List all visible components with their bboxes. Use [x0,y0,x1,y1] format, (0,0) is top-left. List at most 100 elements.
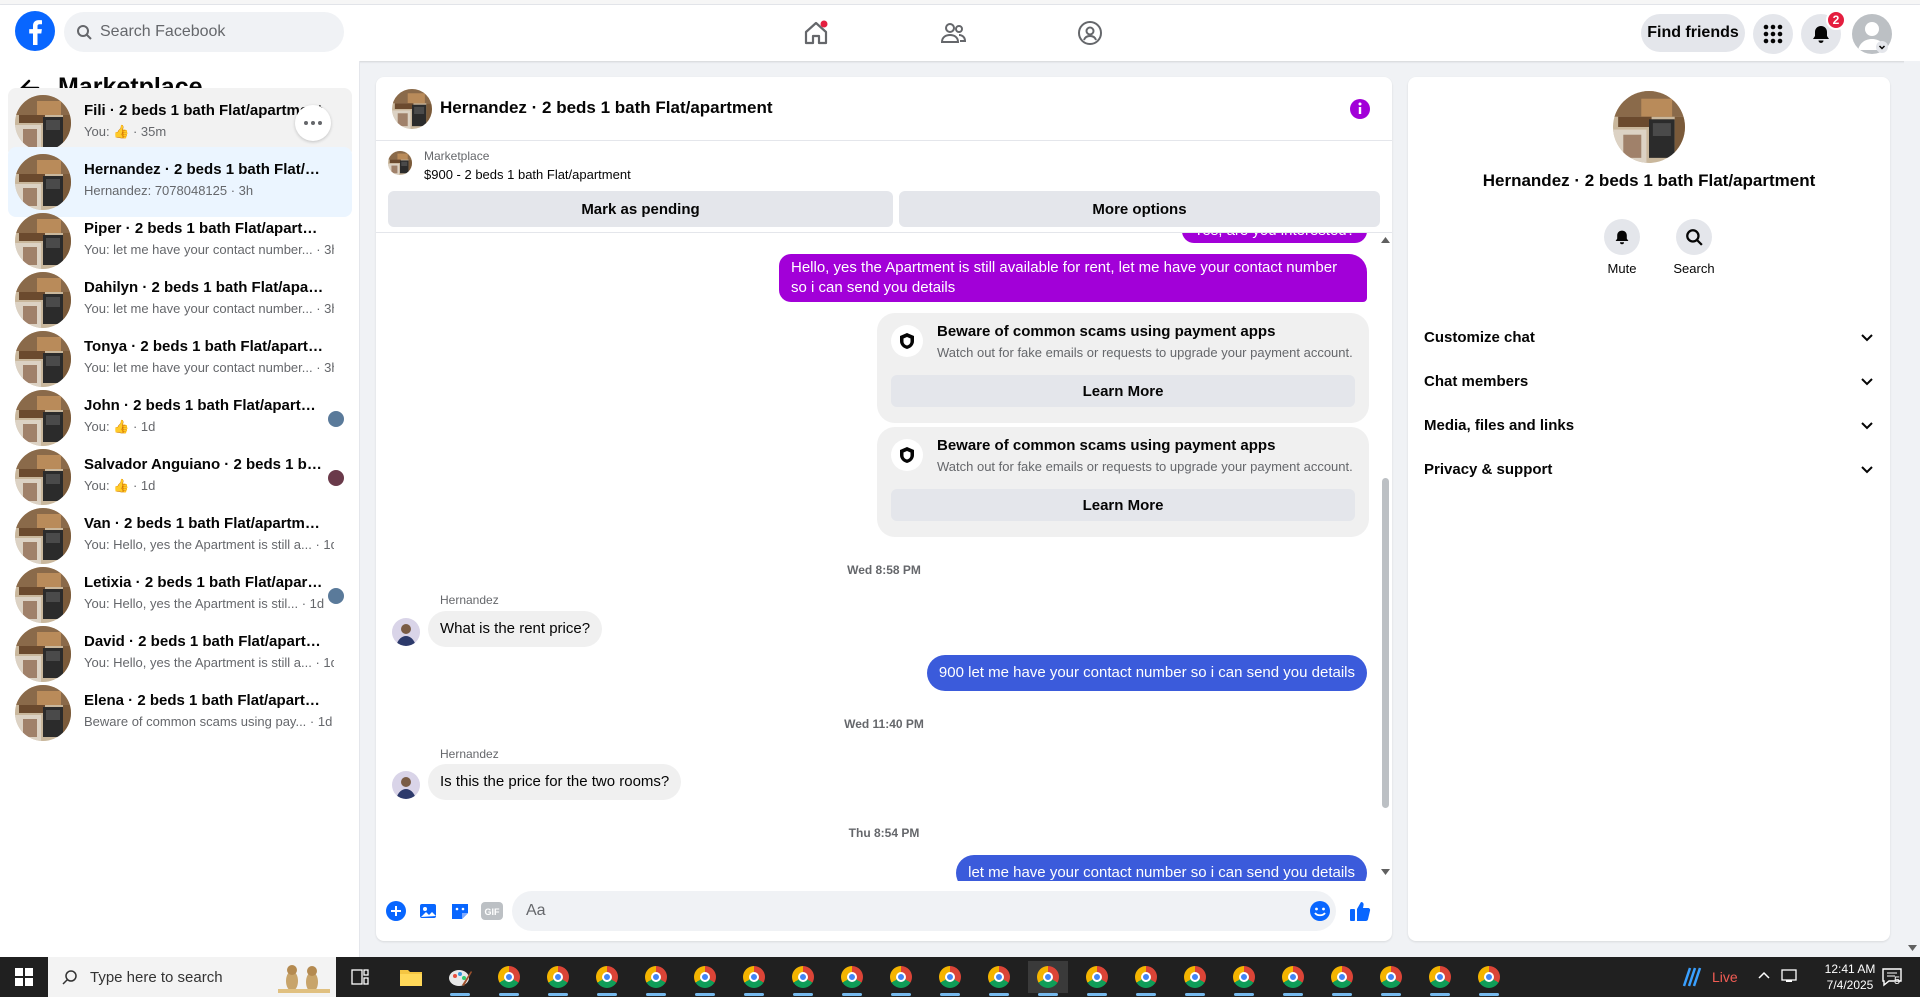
chrome-profile-icon[interactable] [489,961,529,996]
paint-app-icon[interactable] [440,961,480,996]
listing-thumbnail [15,626,71,682]
menu-grid-icon[interactable] [1753,14,1793,54]
friends-nav-icon[interactable] [933,13,973,53]
conversation-name: David · 2 beds 1 bath Flat/apartment [84,633,324,650]
chrome-profile-icon[interactable] [1273,961,1313,996]
conversation-name: John · 2 beds 1 bath Flat/apartment [84,397,324,414]
chrome-profile-icon[interactable] [1077,961,1117,996]
chrome-profile-icon[interactable] [587,961,627,996]
scroll-down-arrow-icon[interactable] [1381,869,1390,875]
message-input[interactable]: Aa [512,891,1336,931]
privacy-support-section[interactable]: Privacy & support [1424,447,1874,491]
outgoing-message: Yes, are you interested? [1181,233,1367,243]
sender-avatar[interactable] [392,771,420,799]
chevron-up-icon[interactable] [1758,971,1770,979]
media-files-links-section[interactable]: Media, files and links [1424,403,1874,447]
chrome-profile-icon[interactable] [1469,961,1509,996]
groups-nav-icon[interactable] [1070,13,1110,53]
warning-title: Beware of common scams using payment app… [937,323,1276,340]
listing-title[interactable]: $900 - 2 beds 1 bath Flat/apartment [424,167,631,182]
task-view-icon[interactable] [340,961,380,993]
chat-title[interactable]: Hernandez · 2 beds 1 bath Flat/apartment [440,98,773,118]
home-nav-icon[interactable] [796,13,836,53]
action-center-count: 5 [1894,975,1901,987]
section-label: Privacy & support [1424,460,1553,478]
scroll-up-arrow-icon[interactable] [1381,237,1390,243]
scrollbar-thumb[interactable] [1382,478,1389,808]
seen-by-avatar [328,411,344,427]
learn-more-button[interactable]: Learn More [891,375,1355,407]
chevron-down-icon[interactable] [1876,41,1888,53]
chrome-profile-icon[interactable] [979,961,1019,996]
system-clock[interactable]: 12:41 AM 7/4/2025 [1820,961,1880,993]
find-friends-button[interactable]: Find friends [1641,14,1745,52]
chrome-profile-icon[interactable] [1224,961,1264,996]
details-title: Hernandez · 2 beds 1 bath Flat/apartment [1482,171,1816,190]
warning-subtitle: Watch out for fake emails or requests to… [937,459,1353,474]
conversation-item[interactable]: Elena · 2 beds 1 bath Flat/apartment Bewa… [8,678,352,748]
customize-chat-section[interactable]: Customize chat [1424,315,1874,359]
scroll-down-arrow-icon[interactable] [1908,945,1917,951]
sticker-icon[interactable] [448,899,472,923]
scam-warning-card: Beware of common scams using payment app… [877,427,1369,537]
chrome-profile-icon[interactable] [1126,961,1166,996]
chrome-profile-icon[interactable] [538,961,578,996]
chat-avatar[interactable] [392,89,432,129]
weather-icon [1680,966,1702,988]
shield-icon [891,325,923,357]
message-thread: Yes, are you interested? Hello, yes the … [376,233,1392,881]
learn-more-button[interactable]: Learn More [891,489,1355,521]
sender-avatar[interactable] [392,618,420,646]
info-icon[interactable] [1348,97,1372,121]
network-icon[interactable] [1781,968,1799,984]
conversation-details-panel: Hernandez · 2 beds 1 bath Flat/apartment… [1408,77,1890,941]
message-composer: GIF Aa [376,881,1392,941]
chat-scrollbar[interactable] [1378,233,1392,881]
photo-icon[interactable] [416,899,440,923]
chrome-profile-icon[interactable] [1420,961,1460,996]
chrome-profile-icon[interactable] [1028,961,1068,996]
chrome-profile-icon[interactable] [832,961,872,996]
seen-by-avatar [328,470,344,486]
details-avatar[interactable] [1613,91,1685,163]
chrome-profile-icon[interactable] [881,961,921,996]
chrome-profile-icon[interactable] [1175,961,1215,996]
emoji-icon[interactable] [1308,899,1332,923]
bell-icon [1604,219,1640,255]
mute-button[interactable]: Mute [1592,219,1652,276]
facebook-logo-icon[interactable] [15,11,55,51]
thumbs-up-icon[interactable] [1348,899,1372,923]
sender-name: Hernandez [440,593,499,607]
chrome-profile-icon[interactable] [1322,961,1362,996]
conversation-preview: You: let me have your contact number... … [84,360,334,375]
search-icon [1676,219,1712,255]
search-icon [76,24,92,40]
chat-members-section[interactable]: Chat members [1424,359,1874,403]
chat-header: Hernandez · 2 beds 1 bath Flat/apartment [376,77,1392,141]
more-options-button[interactable]: More options [899,191,1380,227]
facebook-search-box[interactable]: Search Facebook [64,12,344,52]
conversation-name: Van · 2 beds 1 bath Flat/apartment [84,515,324,532]
search-conversation-button[interactable]: Search [1664,219,1724,276]
chrome-profile-icon[interactable] [636,961,676,996]
chrome-profile-icon[interactable] [1371,961,1411,996]
more-options-icon[interactable] [295,105,331,141]
weather-live-indicator[interactable]: Live [1680,957,1738,997]
chrome-profile-icon[interactable] [685,961,725,996]
svg-text:GIF: GIF [485,907,501,917]
page-scrollbar[interactable] [1904,61,1920,957]
chrome-profile-icon[interactable] [734,961,774,996]
action-center-icon[interactable]: 5 [1880,965,1904,989]
conversation-name: Hernandez · 2 beds 1 bath Flat/apartment [84,161,324,178]
chrome-profile-icon[interactable] [783,961,823,996]
plus-circle-icon[interactable] [384,899,408,923]
chevron-down-icon [1860,418,1874,432]
mark-as-pending-button[interactable]: Mark as pending [388,191,893,227]
chrome-profile-icon[interactable] [930,961,970,996]
windows-start-icon[interactable] [0,957,48,997]
file-explorer-icon[interactable] [391,961,431,993]
outgoing-message: let me have your contact number so i can… [956,855,1367,881]
listing-thumbnail[interactable] [388,151,412,175]
gif-icon[interactable]: GIF [480,899,504,923]
taskbar-search-box[interactable]: Type here to search [48,957,336,997]
